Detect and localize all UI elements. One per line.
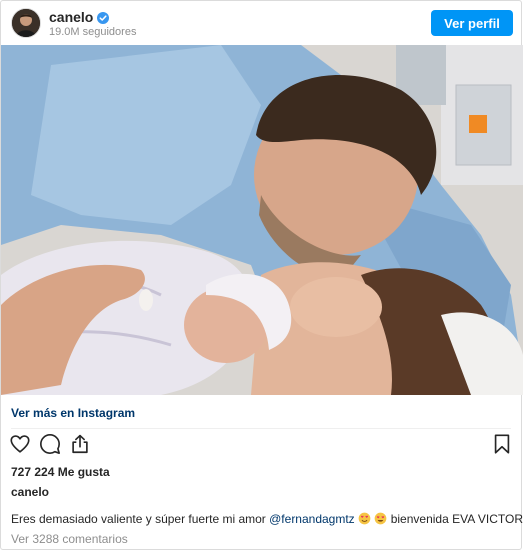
avatar[interactable] xyxy=(11,8,41,38)
likes-count[interactable]: 727 224 Me gusta xyxy=(11,465,110,479)
caption-text-start: Eres demasiado valiente y súper fuerte m… xyxy=(11,512,270,526)
followers-count: 19.0M seguidores xyxy=(49,26,137,38)
heart-eyes-emoji-icon xyxy=(374,512,387,528)
profile-info: canelo 19.0M seguidores xyxy=(49,9,136,38)
comment-icon[interactable] xyxy=(39,433,61,455)
action-bar xyxy=(9,433,91,455)
username[interactable]: canelo xyxy=(49,9,93,25)
view-comments-link[interactable]: Ver 3288 comentarios xyxy=(11,532,128,546)
caption-username[interactable]: canelo xyxy=(11,485,49,499)
heart-icon[interactable] xyxy=(9,433,31,455)
post-caption: Eres demasiado valiente y súper fuerte m… xyxy=(11,512,524,528)
divider xyxy=(11,428,511,429)
username-row: canelo xyxy=(49,9,136,25)
mention-link[interactable]: @fernandagmtz xyxy=(269,512,355,526)
verified-badge-icon xyxy=(97,11,110,24)
view-more-on-instagram-link[interactable]: Ver más en Instagram xyxy=(11,406,135,420)
face-with-hearts-emoji-icon xyxy=(358,512,371,528)
post-header: canelo 19.0M seguidores Ver perfil xyxy=(1,1,521,45)
instagram-embed-card: canelo 19.0M seguidores Ver perfil Ver m… xyxy=(0,0,524,550)
bookmark-icon[interactable] xyxy=(491,433,513,455)
caption-text-end: bienvenida EVA VICTORIA xyxy=(387,512,524,526)
post-image[interactable] xyxy=(1,45,523,395)
view-profile-button[interactable]: Ver perfil xyxy=(431,10,513,36)
share-icon[interactable] xyxy=(69,433,91,455)
